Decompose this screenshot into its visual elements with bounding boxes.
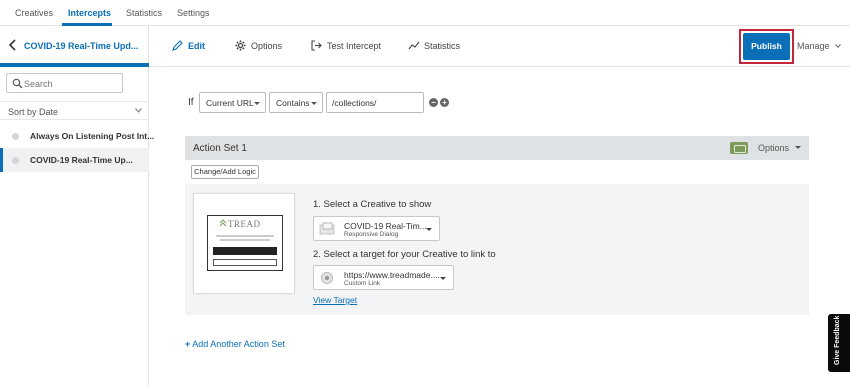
caret-down-icon (254, 102, 260, 105)
creative-select[interactable]: COVID-19 Real-Tim... Responsive Dialog (313, 216, 440, 241)
sidebar-header: COVID-19 Real-Time Upd... (0, 26, 149, 66)
preview-primary-button (213, 247, 277, 255)
chevron-down-icon (135, 108, 142, 113)
step1-title: 1. Select a Creative to show (313, 199, 432, 210)
tab-intercepts[interactable]: Intercepts (68, 8, 111, 18)
preview-secondary-button (213, 259, 277, 266)
give-feedback-tab[interactable]: Give Feedback (828, 314, 850, 372)
tread-logo-icon (219, 219, 227, 227)
options-label: Options (251, 41, 283, 51)
caret-down-icon (426, 228, 432, 231)
creative-type: Responsive Dialog (344, 231, 399, 238)
condition-value-input[interactable] (326, 92, 424, 113)
test-intercept-button[interactable]: Test Intercept (311, 40, 382, 51)
test-intercept-icon (311, 40, 322, 51)
view-target-link[interactable]: View Target (313, 295, 357, 305)
back-arrow-icon[interactable] (8, 39, 18, 51)
sort-dropdown[interactable]: Sort by Date (0, 101, 149, 120)
line-chart-icon (408, 41, 420, 50)
options-label: Options (758, 143, 790, 153)
creative-preview: TREAD (207, 215, 283, 271)
tab-statistics[interactable]: Statistics (126, 8, 162, 18)
tab-settings[interactable]: Settings (177, 8, 210, 18)
sort-label: Sort by Date (8, 107, 59, 117)
publish-button[interactable]: Publish (743, 33, 790, 60)
list-item[interactable]: Always On Listening Post Int... (0, 124, 154, 148)
action-set-header: Action Set 1 Options (185, 136, 809, 160)
operator-select[interactable]: Contains (269, 92, 323, 113)
sidebar: COVID-19 Real-Time Upd... Sort by Date A… (0, 26, 154, 386)
creative-name: COVID-19 Real-Tim... (344, 221, 427, 231)
creative-thumbnail[interactable]: TREAD (193, 193, 295, 294)
action-set-title: Action Set 1 (193, 143, 247, 154)
gear-icon (235, 40, 246, 51)
give-feedback-label: Give Feedback (834, 315, 841, 365)
add-condition-icon[interactable]: + (440, 98, 449, 107)
toolbar: Edit Options Test Intercept Statistics P… (150, 26, 850, 67)
plus-icon: + (185, 339, 191, 349)
display-badge-icon (730, 142, 748, 154)
tab-creatives[interactable]: Creatives (15, 8, 53, 18)
manage-label: Manage (797, 41, 830, 51)
target-url: https://www.treadmade.... (344, 270, 440, 280)
statistics-label: Statistics (424, 41, 461, 51)
caret-down-icon (795, 146, 802, 149)
tread-logo-text: TREAD (228, 219, 261, 229)
step2-title: 2. Select a target for your Creative to … (313, 249, 496, 260)
search-icon (12, 78, 23, 89)
status-dot (12, 157, 19, 164)
link-globe-icon (321, 272, 333, 284)
list-item-label: COVID-19 Real-Time Up... (30, 155, 133, 165)
edit-label: Edit (188, 41, 205, 51)
status-dot (12, 133, 19, 140)
top-nav: Creatives Intercepts Statistics Settings (0, 0, 850, 26)
dialog-icon (319, 222, 335, 235)
if-label: If (188, 97, 194, 108)
sidebar-accent-bar (0, 63, 149, 67)
list-item-selected[interactable]: COVID-19 Real-Time Up... (0, 148, 149, 172)
sidebar-title: COVID-19 Real-Time Upd... (24, 41, 139, 51)
preview-text-line (220, 239, 270, 241)
statistics-button[interactable]: Statistics (408, 41, 461, 51)
pencil-icon (172, 40, 183, 51)
remove-condition-icon[interactable]: − (429, 98, 438, 107)
test-intercept-label: Test Intercept (327, 41, 382, 51)
manage-dropdown[interactable]: Manage (797, 41, 841, 51)
search-input[interactable] (24, 77, 119, 90)
field-select-value: Current URL (206, 98, 254, 108)
caret-down-icon (440, 277, 446, 280)
preview-text-line (216, 235, 274, 237)
options-button[interactable]: Options (235, 40, 283, 51)
field-select[interactable]: Current URL (199, 92, 266, 113)
chevron-down-icon (835, 44, 841, 48)
operator-select-value: Contains (276, 98, 310, 108)
caret-down-icon (311, 102, 317, 105)
target-type: Custom Link (344, 280, 381, 287)
search-box[interactable] (6, 73, 123, 93)
add-action-set-button[interactable]: + Add Another Action Set (185, 339, 285, 349)
add-action-set-label: Add Another Action Set (192, 339, 285, 349)
edit-button[interactable]: Edit (172, 40, 205, 51)
action-set-options-dropdown[interactable]: Options (758, 143, 802, 153)
target-select[interactable]: https://www.treadmade.... Custom Link (313, 265, 454, 290)
list-item-label: Always On Listening Post Int... (30, 131, 155, 141)
change-add-logic-button[interactable]: Change/Add Logic (191, 165, 259, 179)
